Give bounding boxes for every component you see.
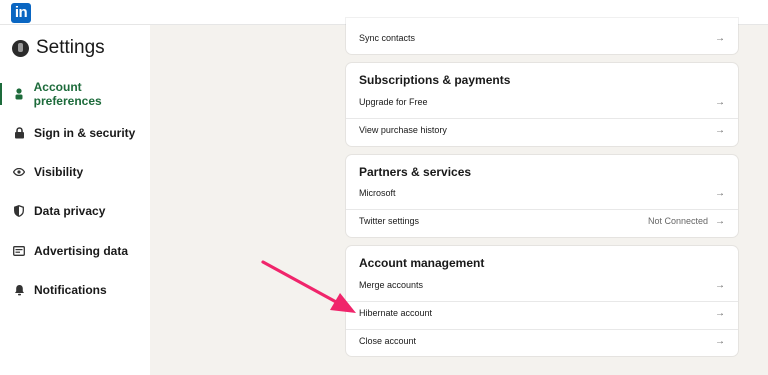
sidebar-item-label: Sign in & security	[34, 126, 136, 140]
page-title: Settings	[36, 37, 105, 58]
sidebar-item-label: Data privacy	[34, 204, 106, 218]
row-hibernate-account[interactable]: Hibernate account →	[346, 301, 738, 329]
row-sync-contacts[interactable]: Sync contacts →	[346, 26, 738, 54]
sidebar-item-label: Advertising data	[34, 244, 129, 258]
sidebar: Settings Account preferences Sign in & s…	[0, 25, 150, 375]
arrow-right-icon: →	[715, 216, 725, 227]
sidebar-item-notifications[interactable]: Notifications	[0, 275, 150, 305]
section-title: Subscriptions & payments	[359, 73, 511, 87]
sidebar-item-data-privacy[interactable]: Data privacy	[0, 196, 150, 226]
arrow-right-icon: →	[715, 280, 725, 291]
arrow-right-icon: →	[715, 97, 725, 108]
row-label: View purchase history	[359, 125, 447, 135]
settings-header: Settings	[12, 37, 105, 59]
arrow-right-icon: →	[715, 125, 725, 136]
arrow-right-icon: →	[715, 336, 725, 347]
sidebar-item-account-preferences[interactable]: Account preferences	[0, 79, 150, 109]
sidebar-item-advertising-data[interactable]: Advertising data	[0, 236, 150, 266]
subscriptions-card: Subscriptions & payments Upgrade for Fre…	[346, 63, 738, 146]
sidebar-item-label: Visibility	[34, 165, 84, 179]
section-title: Account management	[359, 256, 485, 270]
sidebar-item-label: Account preferences	[33, 80, 102, 108]
row-label: Close account	[359, 336, 417, 346]
row-label: Upgrade for Free	[359, 97, 428, 107]
sidebar-item-visibility[interactable]: Visibility	[0, 157, 150, 187]
row-close-account[interactable]: Close account →	[346, 329, 738, 357]
avatar[interactable]	[12, 39, 29, 57]
row-microsoft[interactable]: Microsoft →	[346, 181, 738, 209]
status-text: Not Connected	[647, 216, 708, 226]
lock-icon	[12, 126, 26, 140]
row-twitter-settings[interactable]: Twitter settings Not Connected →	[346, 209, 738, 237]
row-label: Hibernate account	[359, 308, 433, 318]
row-label: Sync contacts	[359, 33, 416, 43]
ad-icon	[12, 244, 26, 258]
shield-icon	[12, 204, 26, 218]
arrow-right-icon: →	[715, 308, 725, 319]
sync-card: Sync contacts →	[346, 18, 738, 54]
linkedin-logo-icon[interactable]: in	[11, 3, 31, 23]
row-label: Merge accounts	[359, 280, 424, 290]
row-label: Microsoft	[359, 188, 396, 198]
person-icon	[12, 87, 26, 101]
row-view-purchase-history[interactable]: View purchase history →	[346, 118, 738, 146]
eye-icon	[12, 165, 26, 179]
partners-card: Partners & services Microsoft → Twitter …	[346, 155, 738, 237]
sidebar-item-label: Notifications	[34, 283, 107, 297]
row-label: Twitter settings	[359, 216, 420, 226]
row-upgrade[interactable]: Upgrade for Free →	[346, 90, 738, 118]
section-title: Partners & services	[359, 165, 472, 179]
bell-icon	[12, 283, 26, 297]
sidebar-item-sign-in-security[interactable]: Sign in & security	[0, 118, 150, 148]
account-management-card: Account management Merge accounts → Hibe…	[346, 246, 738, 356]
arrow-right-icon: →	[715, 188, 725, 199]
arrow-right-icon: →	[715, 33, 725, 44]
row-merge-accounts[interactable]: Merge accounts →	[346, 273, 738, 301]
